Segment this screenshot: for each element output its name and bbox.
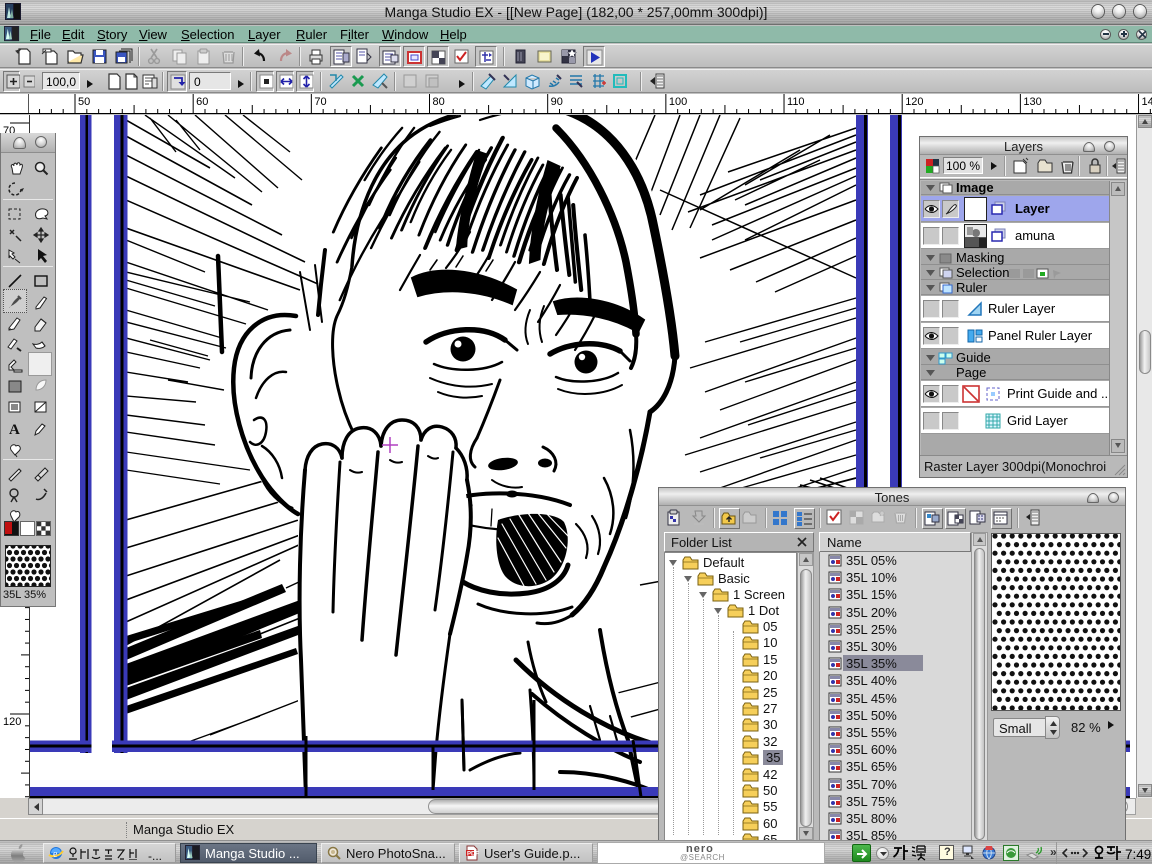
svg-text:100: 100 — [669, 96, 687, 108]
svg-text:80: 80 — [433, 96, 445, 108]
svg-text:130: 130 — [1023, 96, 1041, 108]
svg-text:7:49: 7:49 — [1125, 847, 1151, 861]
svg-text:70: 70 — [314, 96, 326, 108]
svg-text:120: 120 — [3, 716, 21, 728]
svg-text:50: 50 — [78, 96, 90, 108]
svg-text:A: A — [9, 422, 20, 437]
svg-text:120: 120 — [905, 96, 923, 108]
svg-text:e: e — [53, 849, 58, 860]
svg-text:60: 60 — [196, 96, 208, 108]
svg-text:PDF: PDF — [467, 852, 479, 858]
svg-text:140: 140 — [1142, 96, 1152, 108]
svg-text:110: 110 — [787, 96, 805, 108]
svg-text:90: 90 — [551, 96, 563, 108]
